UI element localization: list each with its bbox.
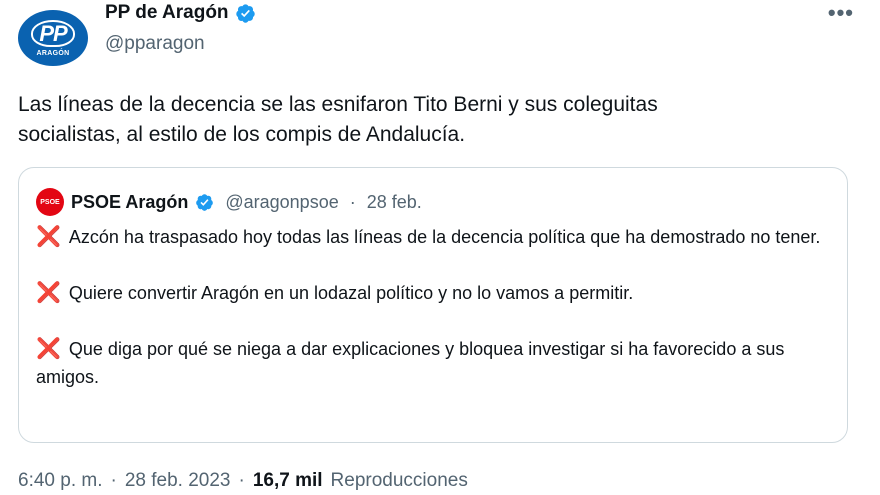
quoted-author-handle[interactable]: @aragonpsoe [225,192,338,213]
footer-separator: · [238,470,245,491]
cross-mark-icon: ❌ [36,226,61,248]
quoted-paragraph-text: Quiere convertir Aragón en un lodazal po… [68,283,634,303]
author-display-name[interactable]: PP de Aragón [105,2,256,24]
avatar-region-text: ARAGÓN [36,49,70,57]
quoted-paragraph-text: Que diga por qué se niega a dar explicac… [36,339,785,387]
cross-mark-icon: ❌ [36,282,61,304]
verified-badge-icon [235,3,255,23]
quoted-tweet-card[interactable]: PSOE PSOE Aragón @aragonpsoe · 28 feb. ❌… [18,167,848,443]
footer-separator: · [110,470,117,491]
quoted-tweet-date[interactable]: 28 feb. [367,192,422,213]
verified-badge-icon [196,193,214,211]
tweet-text-line: socialistas, al estilo de los compis de … [18,123,466,146]
tweet-date[interactable]: 28 feb. 2023 [125,470,231,492]
avatar-logo-text: PP [31,19,75,47]
tweet-text-line: Las líneas de la decencia se las esnifar… [18,93,658,116]
more-options-icon[interactable]: ••• [828,0,854,26]
quoted-paragraph-text: Azcón ha traspasado hoy todas las líneas… [68,227,821,247]
quoted-paragraph: ❌ Quiere convertir Aragón en un lodazal p… [36,279,826,307]
quoted-paragraph: ❌ Azcón ha traspasado hoy todas las línea… [36,223,826,251]
cross-mark-icon: ❌ [36,338,61,360]
views-count: 16,7 mil [252,470,323,491]
author-avatar[interactable]: PP ARAGÓN [18,10,88,66]
quoted-author-name[interactable]: PSOE Aragón [71,192,188,213]
author-handle[interactable]: @pparagon [105,33,205,55]
author-name[interactable]: PP de Aragón [105,2,229,24]
views-label: Reproducciones [330,470,468,491]
quoted-tweet-body: ❌ Azcón ha traspasado hoy todas las línea… [36,223,826,391]
tweet-footer: 6:40 p. m. · 28 feb. 2023 · 16,7 mil Rep… [18,470,468,492]
tweet-text: Las líneas de la decencia se las esnifar… [18,90,838,150]
quoted-author-avatar[interactable]: PSOE [36,188,64,216]
quoted-tweet-header: PSOE PSOE Aragón @aragonpsoe · 28 feb. [36,188,422,216]
meta-separator: · [349,191,356,212]
tweet-time[interactable]: 6:40 p. m. [18,470,103,492]
quoted-paragraph: ❌ Que diga por qué se niega a dar explica… [36,335,826,391]
